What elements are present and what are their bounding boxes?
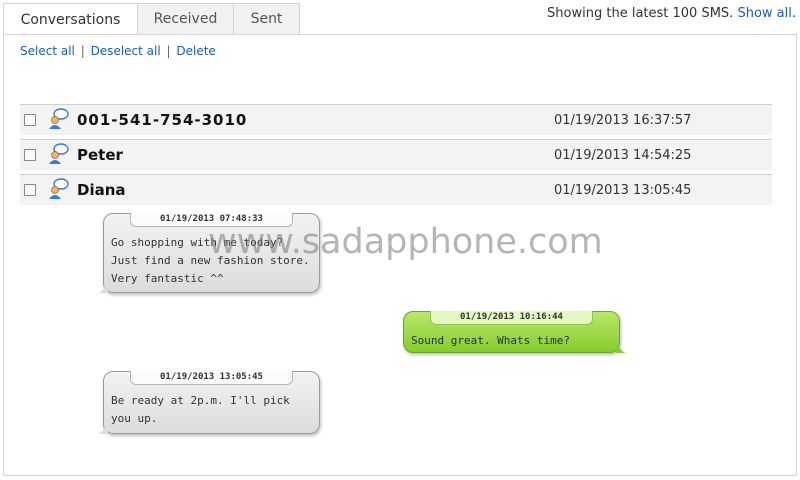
deselect-all-link[interactable]: Deselect all xyxy=(91,44,161,58)
message-timestamp: 01/19/2013 13:05:45 xyxy=(130,371,293,385)
conversation-timestamp: 01/19/2013 14:54:25 xyxy=(554,147,692,163)
conversation-row[interactable]: Diana 01/19/2013 13:05:45 xyxy=(20,174,772,205)
bubble-tail-icon xyxy=(616,345,626,353)
received-message-bubble: 01/19/2013 13:05:45 Be ready at 2p.m. I'… xyxy=(98,371,320,434)
tab-sent[interactable]: Sent xyxy=(234,3,300,34)
sent-message-bubble: 01/19/2013 10:16:44 Sound great. Whats t… xyxy=(403,311,626,353)
conversation-timestamp: 01/19/2013 13:05:45 xyxy=(554,182,692,198)
row-checkbox[interactable] xyxy=(24,184,36,196)
tab-received[interactable]: Received xyxy=(138,3,234,34)
tab-bar: Conversations Received Sent xyxy=(3,3,300,35)
summary-text: Showing the latest 100 SMS. xyxy=(547,6,734,21)
conversation-row[interactable]: Peter 01/19/2013 14:54:25 xyxy=(20,139,772,170)
action-separator: | xyxy=(80,44,85,58)
contact-name: Peter xyxy=(77,146,123,164)
row-checkbox[interactable] xyxy=(24,149,36,161)
person-icon xyxy=(49,178,69,199)
show-all-link[interactable]: Show all xyxy=(737,6,791,21)
conversation-timestamp: 01/19/2013 16:37:57 xyxy=(554,112,692,128)
message-text: Go shopping with me today? Just find a n… xyxy=(111,236,310,285)
select-all-link[interactable]: Select all xyxy=(20,44,75,58)
tab-conversations[interactable]: Conversations xyxy=(3,3,138,35)
conversation-row[interactable]: 001-541-754-3010 01/19/2013 16:37:57 xyxy=(20,104,772,135)
delete-link[interactable]: Delete xyxy=(176,44,215,58)
row-checkbox[interactable] xyxy=(24,114,36,126)
message-text: Be ready at 2p.m. I'll pick you up. xyxy=(111,394,290,425)
summary-trailing: . xyxy=(791,6,796,21)
contact-name: Diana xyxy=(77,181,126,199)
person-icon xyxy=(49,108,69,129)
message-timestamp: 01/19/2013 10:16:44 xyxy=(430,311,593,325)
received-message-bubble: 01/19/2013 07:48:33 Go shopping with me … xyxy=(98,213,320,293)
action-separator: | xyxy=(166,44,171,58)
sms-summary: Showing the latest 100 SMS. Show all. xyxy=(547,6,796,21)
person-icon xyxy=(49,143,69,164)
message-timestamp: 01/19/2013 07:48:33 xyxy=(130,213,293,227)
message-text: Sound great. Whats time? xyxy=(411,334,570,347)
bulk-actions: Select all | Deselect all | Delete xyxy=(20,44,216,58)
bubble-tail-icon xyxy=(98,285,108,293)
contact-name: 001-541-754-3010 xyxy=(77,111,248,129)
bubble-tail-icon xyxy=(98,426,108,434)
